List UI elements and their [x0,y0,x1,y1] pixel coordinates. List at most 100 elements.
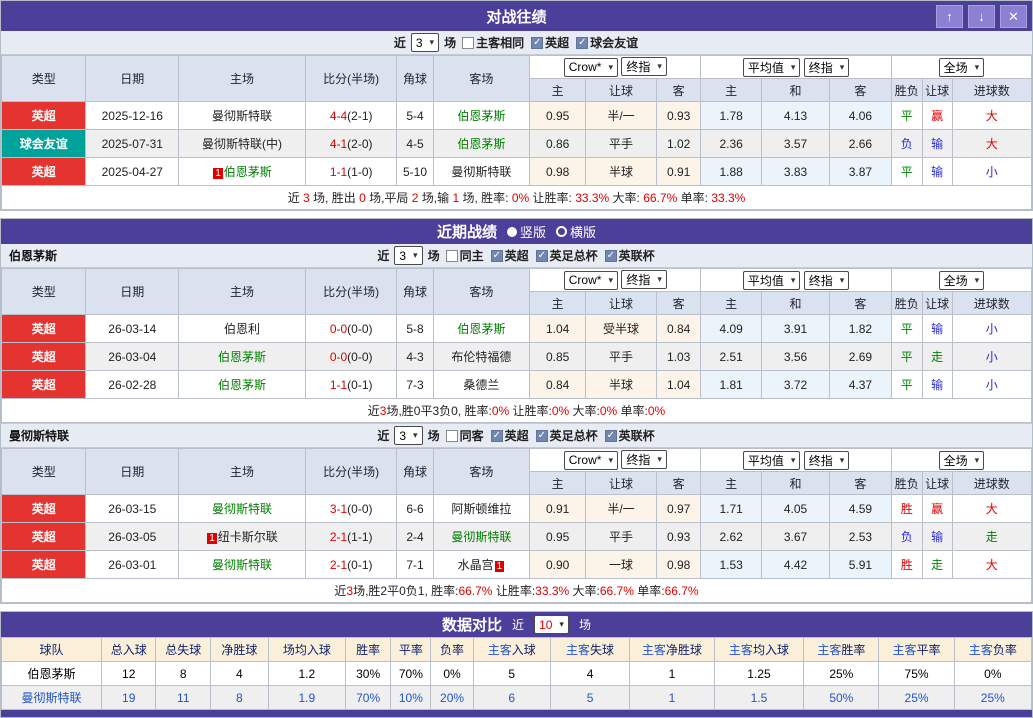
home-team[interactable]: 伯恩利 [178,314,306,343]
avg-stage-select[interactable]: 终指 ▾ [803,57,850,77]
home-team[interactable]: 曼彻斯特联 [178,101,306,130]
manutd-count-select[interactable]: 3 ▾ [394,426,423,445]
checkbox-eflcup[interactable]: 英联杯 [604,427,655,444]
avg-away: 3.87 [829,157,892,186]
avg-away: 2.66 [829,129,892,158]
odds-source-header: Crow* ▾ 终指 ▾ [529,448,702,472]
checkbox-league[interactable]: 英超 [531,34,569,51]
compare-section: 数据对比 近 10 ▾ 场 球队 总入球 总失球 净胜球 场均入球 胜率 平率 负… [0,611,1033,718]
fulltime-select[interactable]: 全场 ▾ [938,270,985,290]
home-team[interactable]: 伯恩茅斯 [178,342,306,371]
col-hv-goals-against: 主客失球 [549,637,631,662]
match-date: 26-03-05 [85,522,180,551]
goals-result: 大 [951,129,1033,158]
league-badge: 英超 [0,370,87,399]
col-type: 类型 [0,448,87,495]
h2h-count-select[interactable]: 3 ▾ [410,33,440,52]
col-odds-away: 客 [656,291,702,315]
bookmaker-select[interactable]: Crow* ▾ [563,450,618,470]
away-team[interactable]: 曼彻斯特联 [432,157,531,186]
home-team[interactable]: 曼彻斯特联(中) [178,129,306,158]
checkbox-same-away[interactable]: 同客 [445,427,484,444]
avg-select[interactable]: 平均值 ▾ [742,57,801,77]
compare-count-select[interactable]: 10 ▾ [534,615,569,634]
checkbox-eflcup[interactable]: 英联杯 [604,247,655,264]
scroll-down-button[interactable]: ↓ [968,5,995,28]
col-handicap-result: 让球 [921,471,953,495]
stat-value: 12 [100,661,157,686]
odds-stage-select[interactable]: 终指 ▾ [621,270,667,290]
team-name[interactable]: 伯恩茅斯 [1,661,102,686]
stat-value: 25% [878,685,955,710]
avg-away: 4.59 [829,494,892,523]
checkbox-same-venue[interactable]: 主客相同 [462,34,524,51]
away-team[interactable]: 曼彻斯特联 [432,522,531,551]
goals-result: 大 [951,494,1033,523]
col-goals: 进球数 [951,291,1033,315]
score: 0-0(0-0) [304,342,398,371]
wdl-result: 负 [890,129,923,158]
checkbox-friendly[interactable]: 球会友谊 [576,34,638,51]
odds-stage-select[interactable]: 终指 ▾ [621,57,667,77]
bookmaker-select[interactable]: Crow* ▾ [563,57,618,77]
away-team[interactable]: 水晶宫 1 [432,550,531,579]
away-team[interactable]: 伯恩茅斯 [432,101,531,130]
stat-value: 50% [803,685,880,710]
col-avg-away: 客 [829,471,892,495]
away-team[interactable]: 布伦特福德 [432,342,531,371]
bookmaker-select[interactable]: Crow* ▾ [563,270,618,290]
team-name[interactable]: 曼彻斯特联 [1,685,102,710]
checkbox-icon [531,36,544,49]
manutd-table: 类型 日期 主场 比分(半场) 角球 客场 Crow* ▾ 终指 ▾ 平均值 ▾ 终指… [0,448,1033,603]
stat-value: 0% [953,661,1033,686]
home-team[interactable]: 1 伯恩茅斯 [178,157,306,186]
avg-draw: 3.91 [761,314,831,343]
away-team[interactable]: 阿斯顿维拉 [432,494,531,523]
handicap-result: 输 [921,522,953,551]
odds-away: 0.84 [656,314,702,343]
avg-stage-select[interactable]: 终指 ▾ [803,270,850,290]
avg-stage-select[interactable]: 终指 ▾ [803,450,850,470]
fulltime-select[interactable]: 全场 ▾ [938,57,985,77]
chevron-down-icon: ▾ [657,274,662,285]
checkbox-epl[interactable]: 英超 [490,247,529,264]
away-team[interactable]: 桑德兰 [432,370,531,399]
score: 3-1(0-0) [304,494,398,523]
close-button[interactable]: ✕ [1000,5,1027,28]
avg-select[interactable]: 平均值 ▾ [742,450,801,470]
table-row: 英超 26-03-14 伯恩利 0-0(0-0) 5-8 伯恩茅斯 1.04 受… [0,314,1033,343]
radio-vertical[interactable]: 竖版 [506,222,546,241]
col-goals: 进球数 [951,471,1033,495]
league-badge: 英超 [0,494,87,523]
checkbox-same-home[interactable]: 同主 [445,247,484,264]
away-team[interactable]: 伯恩茅斯 [432,129,531,158]
avg-away: 2.69 [829,342,892,371]
home-team[interactable]: 伯恩茅斯 [178,370,306,399]
col-avg-home: 主 [700,471,763,495]
corners: 5-8 [396,314,434,343]
fulltime-select[interactable]: 全场 ▾ [938,450,985,470]
home-team[interactable]: 1 纽卡斯尔联 [178,522,306,551]
home-team[interactable]: 曼彻斯特联 [178,550,306,579]
avg-home: 2.36 [700,129,763,158]
avg-odds-header: 平均值 ▾ 终指 ▾ [700,448,892,472]
league-badge: 英超 [0,522,87,551]
odds-home: 0.85 [529,342,586,371]
away-team[interactable]: 伯恩茅斯 [432,314,531,343]
stat-value: 5 [549,685,631,710]
col-corner: 角球 [396,55,434,102]
radio-horizontal[interactable]: 横版 [556,222,596,241]
checkbox-epl[interactable]: 英超 [490,427,529,444]
table-row: 英超 26-02-28 伯恩茅斯 1-1(0-1) 7-3 桑德兰 0.84 半… [0,370,1033,399]
avg-select[interactable]: 平均值 ▾ [742,270,801,290]
bournemouth-summary-row: 近3场,胜0平3负0, 胜率:0% 让胜率:0% 大率:0% 单率:0% [1,398,1032,423]
home-team[interactable]: 曼彻斯特联 [178,494,306,523]
handicap: 半/一 [584,494,658,523]
bournemouth-count-select[interactable]: 3 ▾ [394,246,423,265]
checkbox-facup[interactable]: 英足总杯 [535,247,598,264]
scroll-up-button[interactable]: ↑ [936,5,963,28]
table-row: 球会友谊 2025-07-31 曼彻斯特联(中) 4-1(2-0) 4-5 伯恩… [0,129,1033,158]
checkbox-facup[interactable]: 英足总杯 [535,427,598,444]
odds-stage-select[interactable]: 终指 ▾ [621,450,667,470]
wdl-result: 平 [890,314,923,343]
